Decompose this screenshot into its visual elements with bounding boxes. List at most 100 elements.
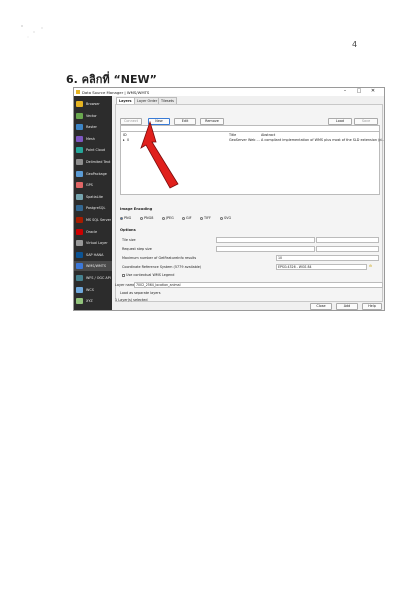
sidebar-item-label: Delimited Text: [86, 160, 111, 164]
sap-hana-icon: [76, 251, 83, 258]
wcs-icon: [76, 286, 83, 293]
format-label: PNG8: [144, 216, 154, 220]
sidebar-item-raster[interactable]: Raster: [74, 122, 112, 132]
new-button[interactable]: New: [148, 118, 170, 125]
close-button[interactable]: Close: [310, 303, 332, 310]
dialog-title: Data Source Manager | WMS/WMTS: [82, 90, 150, 95]
col-title: Title: [229, 133, 237, 137]
raster-icon: [76, 124, 83, 131]
format-radio-jpeg[interactable]: JPEG: [162, 216, 174, 220]
save-button[interactable]: Save: [354, 118, 378, 125]
radio-icon: [140, 216, 143, 220]
layer-name-label: Layer name: [115, 283, 136, 287]
format-label: GIF: [186, 216, 192, 220]
format-radio-svg[interactable]: SVG: [220, 216, 231, 220]
format-radio-png8[interactable]: PNG8: [140, 216, 153, 220]
spatialite-icon: [76, 193, 83, 200]
step-width-field[interactable]: [216, 246, 315, 252]
layers-panel: Connect New Edit Remove Load Save ID Na …: [115, 104, 384, 302]
load-button[interactable]: Load: [328, 118, 352, 125]
col-abstract: Abstract: [261, 133, 276, 137]
postgresql-icon: [76, 205, 83, 212]
vector-icon: [76, 112, 83, 119]
scan-specks: [21, 25, 43, 38]
format-label: JPEG: [166, 216, 174, 220]
sidebar-item-label: Mesh: [86, 136, 95, 141]
qgis-app-icon: [76, 90, 80, 94]
sidebar-item-virtual-layer[interactable]: Virtual Layer: [74, 238, 112, 248]
sidebar-item-label: Oracle: [86, 229, 98, 234]
sidebar-item-xyz[interactable]: XYZ: [74, 296, 112, 306]
sidebar-item-label: Virtual Layer: [86, 241, 108, 246]
sidebar-item-label: Raster: [86, 125, 97, 130]
mesh-icon: [76, 135, 83, 142]
tile-height-field[interactable]: [316, 237, 379, 243]
close-window-button[interactable]: ✕: [368, 88, 378, 94]
wms-icon: [76, 263, 83, 270]
virtual-layer-icon: [76, 240, 83, 247]
format-radio-gif[interactable]: GIF: [182, 216, 192, 220]
format-radio-png[interactable]: PNG: [120, 216, 131, 220]
row-id: 0: [127, 138, 130, 142]
sidebar-item-wfs-ogc-api-features[interactable]: WFS / OGC API - Features: [74, 273, 129, 283]
sidebar-item-vector[interactable]: Vector: [74, 111, 112, 121]
status-text: 1 Layer(s) selected: [115, 298, 148, 302]
sidebar-item-postgresql[interactable]: PostgreSQL: [74, 203, 112, 213]
sidebar-item-wcs[interactable]: WCS: [74, 285, 112, 295]
sidebar-item-browser[interactable]: Browser: [74, 99, 112, 109]
sidebar-item-wms-wmts[interactable]: WMS/WMTS: [74, 261, 112, 272]
sidebar-item-gps[interactable]: GPS: [74, 180, 112, 190]
step-height-field[interactable]: [316, 246, 379, 252]
sidebar-item-label: SAP HANA: [86, 252, 104, 257]
sidebar-item-label: Point Cloud: [86, 148, 106, 153]
remove-button[interactable]: Remove: [200, 118, 224, 125]
max-features-label: Maximum number of GetFeatureInfo results: [122, 256, 197, 260]
oracle-icon: [76, 228, 83, 235]
step-size-label: Request step size: [122, 247, 152, 251]
point-cloud-icon: [76, 147, 83, 154]
options-label: Options: [120, 228, 136, 232]
add-button[interactable]: Add: [336, 303, 358, 310]
sidebar-item-label: SpatiaLite: [86, 194, 103, 199]
layer-tree[interactable]: ID Na Title Abstract ▸ 0 GeoServer Web .…: [120, 131, 384, 195]
expand-icon[interactable]: ▸: [123, 138, 125, 142]
layer-name-field[interactable]: 7002_2564_location_animal: [134, 282, 383, 288]
legend-label: Use contextual WMS Legend: [126, 273, 175, 277]
folder-icon: [76, 101, 83, 107]
sidebar-item-label: WMS/WMTS: [86, 264, 107, 269]
sidebar-item-geopackage[interactable]: GeoPackage: [74, 169, 112, 179]
sidebar-item-label: GPS: [86, 183, 93, 188]
sidebar-item-ms-sql-server[interactable]: MS SQL Server: [74, 215, 112, 225]
format-radio-tiff[interactable]: TIFF: [200, 216, 211, 220]
sidebar-item-label: Browser: [86, 102, 100, 106]
legend-checkbox[interactable]: Use contextual WMS Legend: [122, 273, 174, 277]
minimize-button[interactable]: –: [340, 88, 350, 94]
load-separate-checkbox[interactable]: Load as separate layers: [120, 291, 160, 295]
maximize-button[interactable]: □: [354, 88, 364, 94]
crs-dropdown[interactable]: EPSG:4326 - WGS 84: [276, 264, 367, 270]
radio-icon: [220, 216, 223, 220]
sidebar-item-point-cloud[interactable]: Point Cloud: [74, 145, 112, 155]
sidebar-item-mesh[interactable]: Mesh: [74, 134, 112, 144]
tile-width-field[interactable]: [216, 237, 315, 243]
edit-button[interactable]: Edit: [174, 118, 196, 125]
tile-size-label: Tile size: [122, 238, 136, 242]
source-sidebar: Browser Vector Raster Mesh Point Cloud Delimi…: [74, 96, 129, 310]
sidebar-item-delimited-text[interactable]: Delimited Text: [74, 157, 112, 167]
connect-button[interactable]: Connect: [120, 118, 142, 125]
crs-select-icon[interactable]: ⚙: [369, 264, 372, 268]
xyz-icon: [76, 298, 83, 305]
row-title: GeoServer Web ...: [229, 138, 260, 142]
row-abstract: A compliant implementation of WMS plus m…: [261, 138, 385, 142]
max-features-field[interactable]: 10: [276, 255, 379, 261]
help-button[interactable]: Help: [362, 303, 382, 310]
sidebar-item-sap-hana[interactable]: SAP HANA: [74, 250, 112, 260]
mssql-icon: [76, 217, 83, 223]
col-name: Na: [147, 133, 152, 137]
title-bar: Data Source Manager | WMS/WMTS – □ ✕: [74, 88, 384, 96]
sidebar-item-spatialite[interactable]: SpatiaLite: [74, 192, 112, 202]
crs-label: Coordinate Reference System (5779 availa…: [122, 265, 202, 269]
radio-icon: [162, 216, 165, 220]
sidebar-item-oracle[interactable]: Oracle: [74, 227, 112, 237]
step-heading: 6. คลิกที่ “NEW”: [66, 73, 157, 86]
